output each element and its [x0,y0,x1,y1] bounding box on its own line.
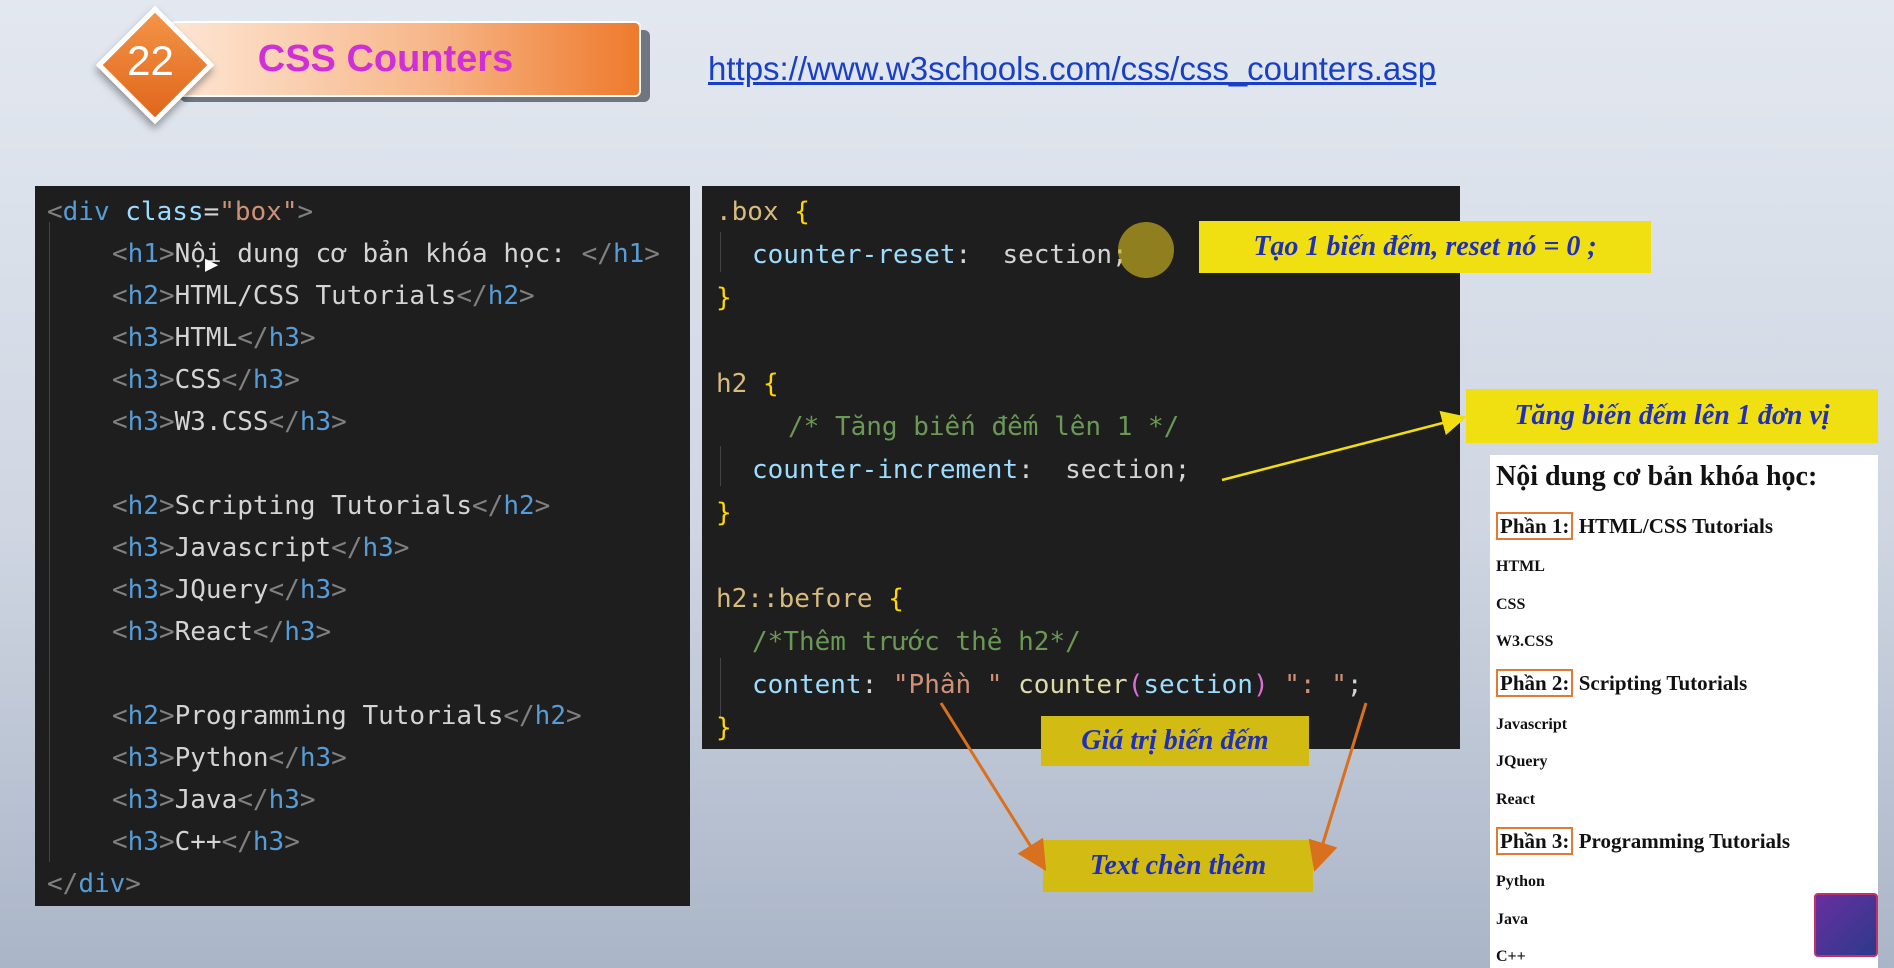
channel-avatar-icon[interactable] [1814,893,1878,957]
preview-item: Java [1496,911,1528,928]
arrow-string2-to-inserted-note [1308,702,1368,872]
arrow-to-increment-note [1221,410,1467,482]
counter-label: Phần 2: [1496,669,1574,697]
preview-item: Python [1496,873,1545,890]
preview-item: C++ [1496,948,1526,965]
preview-item: HTML [1496,558,1545,575]
preview-item: CSS [1496,596,1526,613]
counter-label: Phần 1: [1496,512,1574,540]
arrow-string1-to-inserted-note [939,702,1047,872]
preview-section-heading: Phần 1: HTML/CSS Tutorials [1496,512,1773,540]
rendered-preview: Nội dung cơ bản khóa học: Phần 1: HTML/C… [1490,455,1878,968]
preview-section-heading: Phần 3: Programming Tutorials [1496,827,1790,855]
preview-item: W3.CSS [1496,633,1554,650]
preview-item: Javascript [1496,716,1568,733]
preview-heading: Nội dung cơ bản khóa học: [1496,461,1818,492]
preview-item: React [1496,791,1536,808]
preview-item: JQuery [1496,753,1548,770]
preview-section-heading: Phần 2: Scripting Tutorials [1496,669,1747,697]
counter-label: Phần 3: [1496,827,1574,855]
